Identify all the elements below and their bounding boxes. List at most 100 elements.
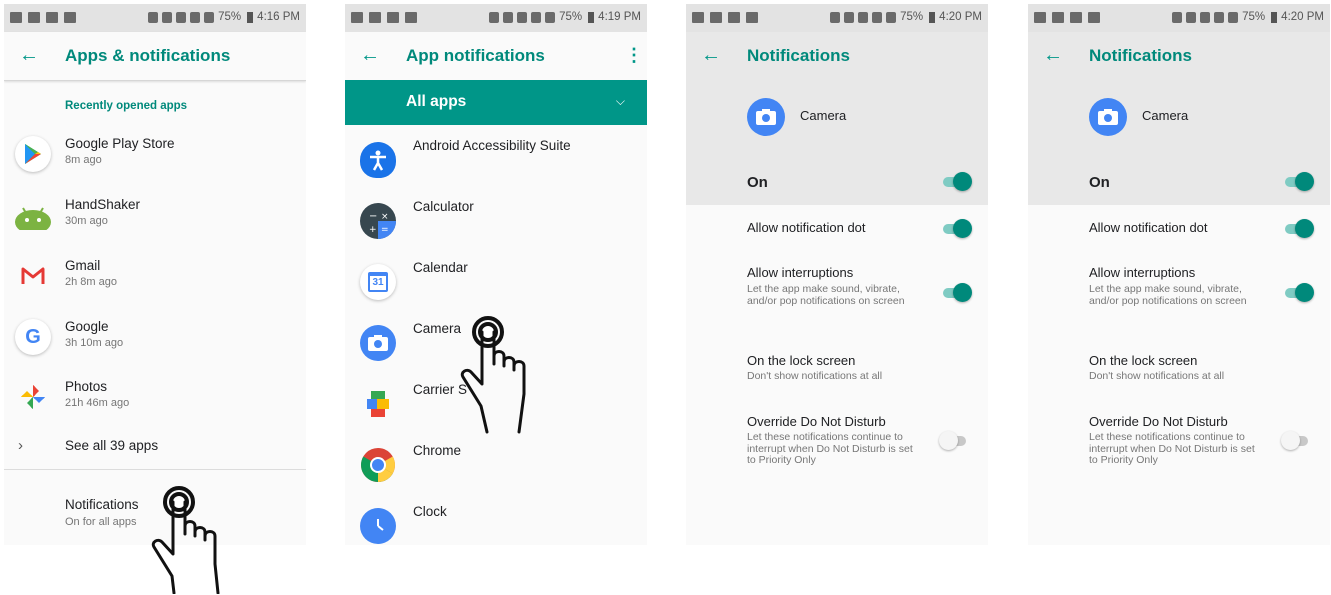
tap-hand-icon [460,316,526,434]
back-arrow-icon[interactable]: ← [18,44,40,66]
chevron-right-icon: › [18,437,23,454]
page-title: App notifications [406,46,545,65]
setting-description: Let these notifications continue to inte… [1089,431,1255,466]
setting-title[interactable]: Allow notification dot [1089,220,1208,235]
wifi-icon [872,11,883,23]
battery-icon [588,11,595,23]
status-bar: 75% 4:16 PM [4,4,306,32]
override-dnd-toggle[interactable] [939,431,970,451]
notification-dot-toggle[interactable] [941,219,972,239]
clock-time: 4:20 PM [939,11,982,23]
nfc-icon [489,11,500,23]
app-name: Clock [413,504,447,519]
svg-text:+: + [369,225,377,235]
setting-title[interactable]: Allow notification dot [747,220,866,235]
interruptions-toggle[interactable] [1283,283,1314,303]
dnd-icon [1200,11,1211,23]
status-indicators: 75% 4:20 PM [830,11,982,23]
app-bar: ← Notifications [1028,32,1330,80]
dnd-icon [858,11,869,23]
interruptions-toggle[interactable] [941,283,972,303]
recent-app-row[interactable]: HandShaker 30m ago [4,197,306,257]
app-list-item[interactable]: − × + = Calculator [345,186,647,248]
app-list-item[interactable]: Android Accessibility Suite [345,125,647,187]
svg-text:×: × [381,212,389,222]
setting-description: Don't show notifications at all [1089,370,1225,382]
setting-title[interactable]: On the lock screen [1089,353,1197,368]
bluetooth-icon [503,11,514,23]
app-name: Camera [1142,108,1189,123]
camera-icon [747,98,785,136]
status-bar: 75% 4:20 PM [686,4,988,32]
override-dnd-toggle[interactable] [1281,431,1312,451]
battery-percent: 75% [559,11,583,23]
app-filter-dropdown[interactable]: All apps ⌵ [345,80,647,125]
filter-label: All apps [406,93,467,110]
setting-title[interactable]: Allow interruptions [1089,265,1195,280]
wifi-icon [1214,11,1225,23]
nfc-icon [830,11,841,23]
app-bar: ← Apps & notifications [4,32,306,81]
recent-app-row[interactable]: Gmail 2h 8m ago [4,258,306,318]
dnd-icon [517,11,528,23]
master-toggle[interactable] [941,172,972,192]
notification-icons [692,12,758,23]
signal-icon [545,11,556,23]
calculator-icon: − × + = [360,203,396,239]
calendar-date: 31 [370,276,386,290]
recent-app-row[interactable]: Photos 21h 46m ago [4,379,306,439]
play-store-icon [15,136,51,172]
calendar-icon: 31 [360,264,396,300]
status-indicators: 75% 4:20 PM [1172,11,1324,23]
app-last-used: 2h 8m ago [65,276,117,288]
app-list-item[interactable]: 31 Calendar [345,247,647,309]
setting-title[interactable]: On the lock screen [747,353,855,368]
svg-text:=: = [381,225,389,235]
notification-dot-toggle[interactable] [1283,219,1314,239]
bluetooth-icon [1186,11,1197,23]
notification-icons [10,12,76,23]
app-list-item[interactable]: Chrome [345,430,647,492]
clock-icon [360,508,396,544]
nfc-icon [148,11,159,23]
tap-hand-icon [151,486,220,594]
recent-app-row[interactable]: Google Play Store 8m ago [4,136,306,196]
setting-title[interactable]: Allow interruptions [747,265,853,280]
clock-time: 4:16 PM [257,11,300,23]
back-arrow-icon[interactable]: ← [700,44,722,66]
bluetooth-icon [162,11,173,23]
status-indicators: 75% 4:16 PM [148,11,300,23]
setting-description: Don't show notifications at all [747,370,883,382]
back-arrow-icon[interactable]: ← [359,44,381,66]
more-options-icon[interactable]: ⋮ [625,44,643,66]
battery-percent: 75% [900,11,924,23]
app-name: Gmail [65,258,101,273]
back-arrow-icon[interactable]: ← [1042,44,1064,66]
signal-icon [886,11,897,23]
battery-percent: 75% [218,11,242,23]
battery-icon [1271,11,1278,23]
chrome-icon [360,447,396,483]
setting-title[interactable]: Override Do Not Disturb [1089,414,1228,429]
dnd-icon [176,11,187,23]
app-name: HandShaker [65,197,141,212]
camera-icon [360,325,396,361]
master-toggle[interactable] [1283,172,1314,192]
gmail-icon [15,258,51,294]
divider [4,469,306,470]
recent-app-row[interactable]: G Google 3h 10m ago [4,319,306,379]
photos-icon [15,379,51,415]
accessibility-icon [360,142,396,178]
app-list-item[interactable]: Clock [345,491,647,545]
master-toggle-label: On [747,174,768,191]
app-last-used: 30m ago [65,215,108,227]
page-title: Notifications [1089,46,1192,65]
setting-title[interactable]: Override Do Not Disturb [747,414,886,429]
signal-icon [204,11,215,23]
nfc-icon [1172,11,1183,23]
page-title: Apps & notifications [65,46,231,65]
notifications-setting[interactable]: Notifications [65,497,139,512]
battery-percent: 75% [1242,11,1266,23]
see-all-apps-link[interactable]: See all 39 apps [65,438,158,453]
signal-icon [1228,11,1239,23]
